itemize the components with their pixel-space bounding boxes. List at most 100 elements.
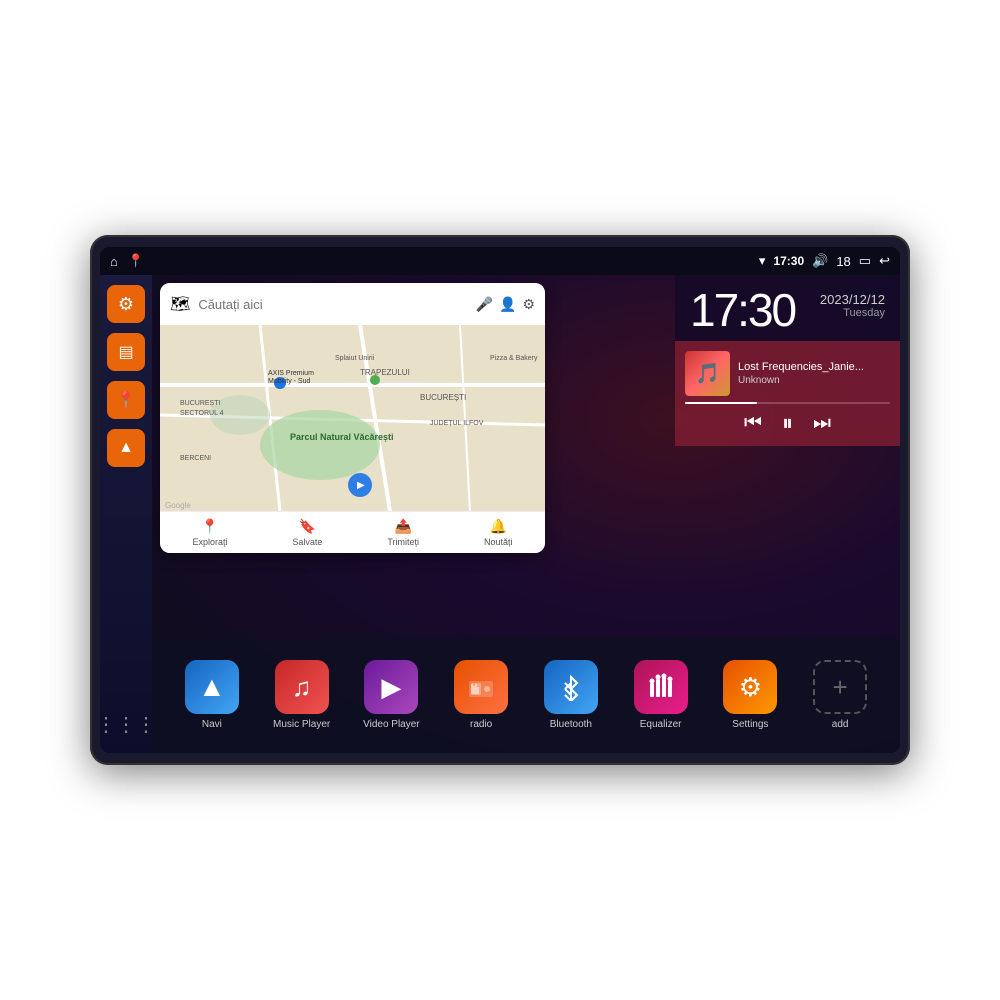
status-right-icons: ▾ 17:30 🔊 18 ▭ ↩ [759,253,890,269]
music-title: Lost Frequencies_Janie... [738,361,890,373]
navi-icon: ▲ [185,660,239,714]
share-icon: 📤 [395,518,412,535]
app-navi[interactable]: ▲ Navi [179,660,244,731]
svg-text:Pizza & Bakery: Pizza & Bakery [490,355,538,362]
battery-level: 18 [836,254,850,269]
map-widget[interactable]: 🗺 🎤 👤 ⚙ [160,283,545,553]
music-pause-button[interactable]: ⏸ [782,410,793,436]
svg-text:AXIS Premium: AXIS Premium [268,370,314,377]
status-bar: ⌂ 📍 ▾ 17:30 🔊 18 ▭ ↩ [100,247,900,275]
add-app-label: add [832,719,849,731]
google-maps-logo: 🗺 [170,294,190,314]
map-pin-icon: 📍 [116,390,136,410]
main-content: ⚙ ▤ 📍 ▲ ⋮⋮⋮ [100,275,900,753]
music-controls: ⏮ ⏸ ⏭ [685,410,890,436]
apps-row: ▲ Navi ♫ Music Player ▶ V [152,638,900,753]
music-player-icon: ♫ [275,660,329,714]
news-icon: 🔔 [490,518,507,535]
music-progress-bar[interactable] [685,402,890,404]
music-info-row: 🎵 Lost Frequencies_Janie... Unknown [685,351,890,396]
music-next-button[interactable]: ⏭ [813,412,831,435]
sidebar-item-grid[interactable]: ⋮⋮⋮ [107,705,145,743]
mic-icon[interactable]: 🎤 [476,296,493,313]
video-player-icon: ▶ [364,660,418,714]
sidebar-item-map[interactable]: 📍 [107,381,145,419]
device-screen: ⌂ 📍 ▾ 17:30 🔊 18 ▭ ↩ ⚙ ▤ [100,247,900,753]
app-add[interactable]: + add [808,660,873,731]
svg-text:Splaiut Unirii: Splaiut Unirii [335,355,375,362]
volume-icon: 🔊 [812,253,828,269]
navi-label: Navi [202,719,222,731]
sidebar: ⚙ ▤ 📍 ▲ ⋮⋮⋮ [100,275,152,753]
settings-icon: ⚙ [118,294,134,315]
svg-text:BUCUREȘTI: BUCUREȘTI [420,393,466,402]
map-search-icons: 🎤 👤 ⚙ [476,296,535,313]
sidebar-item-settings[interactable]: ⚙ [107,285,145,323]
clock-row: 17:30 2023/12/12 Tuesday [690,287,885,333]
saved-label: Salvate [292,537,322,547]
map-footer-explore[interactable]: 📍 Explorați [192,518,227,547]
app-settings[interactable]: ⚙ Settings [718,660,783,731]
music-artist: Unknown [738,375,890,386]
map-svg: Parcul Natural Văcărești BUCUREȘTI JUDEȚ… [160,325,545,511]
map-body: Parcul Natural Văcărești BUCUREȘTI JUDEȚ… [160,325,545,511]
clock-date: 2023/12/12 Tuesday [820,287,885,319]
settings-app-icon: ⚙ [723,660,777,714]
app-equalizer[interactable]: Equalizer [628,660,693,731]
map-search-bar: 🗺 🎤 👤 ⚙ [160,283,545,325]
map-footer-news[interactable]: 🔔 Noutăți [484,518,513,547]
music-album-art: 🎵 [685,351,730,396]
add-app-icon: + [813,660,867,714]
grid-icon: ⋮⋮⋮ [100,712,156,737]
app-radio[interactable]: radio [449,660,514,731]
bluetooth-icon-bg [544,660,598,714]
music-prev-button[interactable]: ⏮ [744,412,762,435]
battery-icon: ▭ [859,253,871,269]
map-footer-share[interactable]: 📤 Trimiteți [387,518,419,547]
news-label: Noutăți [484,537,513,547]
map-footer-saved[interactable]: 🔖 Salvate [292,518,322,547]
equalizer-icon [634,660,688,714]
svg-text:▶: ▶ [357,480,365,491]
music-player-label: Music Player [273,719,330,731]
svg-text:Parcul Natural Văcărești: Parcul Natural Văcărești [290,432,394,442]
clock-date-day: Tuesday [820,307,885,319]
back-icon[interactable]: ↩ [879,253,890,269]
center-content: 🗺 🎤 👤 ⚙ [152,275,900,753]
more-icon[interactable]: ⚙ [522,296,535,313]
explore-label: Explorați [192,537,227,547]
radio-label: radio [470,719,492,731]
nav-arrow-icon: ▲ [118,439,134,457]
music-details: Lost Frequencies_Janie... Unknown [738,361,890,386]
share-label: Trimiteți [387,537,419,547]
home-icon[interactable]: ⌂ [110,254,118,269]
app-music-player[interactable]: ♫ Music Player [269,660,334,731]
music-progress-fill [685,402,757,404]
map-footer: 📍 Explorați 🔖 Salvate 📤 Trimiteți � [160,511,545,553]
clock-date-main: 2023/12/12 [820,292,885,307]
device-frame: ⌂ 📍 ▾ 17:30 🔊 18 ▭ ↩ ⚙ ▤ [90,235,910,765]
app-video-player[interactable]: ▶ Video Player [359,660,424,731]
svg-text:Mobility - Sud: Mobility - Sud [268,378,311,385]
sidebar-item-drawer[interactable]: ▤ [107,333,145,371]
svg-text:TRAPEZULUI: TRAPEZULUI [360,368,410,377]
radio-icon [454,660,508,714]
app-bluetooth[interactable]: Bluetooth [538,660,603,731]
location-icon[interactable]: 📍 [128,253,144,269]
map-search-input[interactable] [198,297,467,312]
svg-text:BERCENI: BERCENI [180,455,211,462]
svg-text:BUCUREȘTI: BUCUREȘTI [180,400,221,407]
account-icon[interactable]: 👤 [499,296,516,313]
equalizer-label: Equalizer [640,719,682,731]
drawer-icon: ▤ [118,342,133,362]
clock-widget: 17:30 2023/12/12 Tuesday [675,275,900,341]
video-player-label: Video Player [363,719,420,731]
explore-icon: 📍 [201,518,218,535]
sidebar-item-nav[interactable]: ▲ [107,429,145,467]
settings-app-label: Settings [732,719,768,731]
saved-icon: 🔖 [299,518,316,535]
status-time: 17:30 [773,254,804,268]
status-left-icons: ⌂ 📍 [110,253,144,269]
svg-text:JUDEȚUL ILFOV: JUDEȚUL ILFOV [430,420,484,427]
bluetooth-label: Bluetooth [550,719,592,731]
